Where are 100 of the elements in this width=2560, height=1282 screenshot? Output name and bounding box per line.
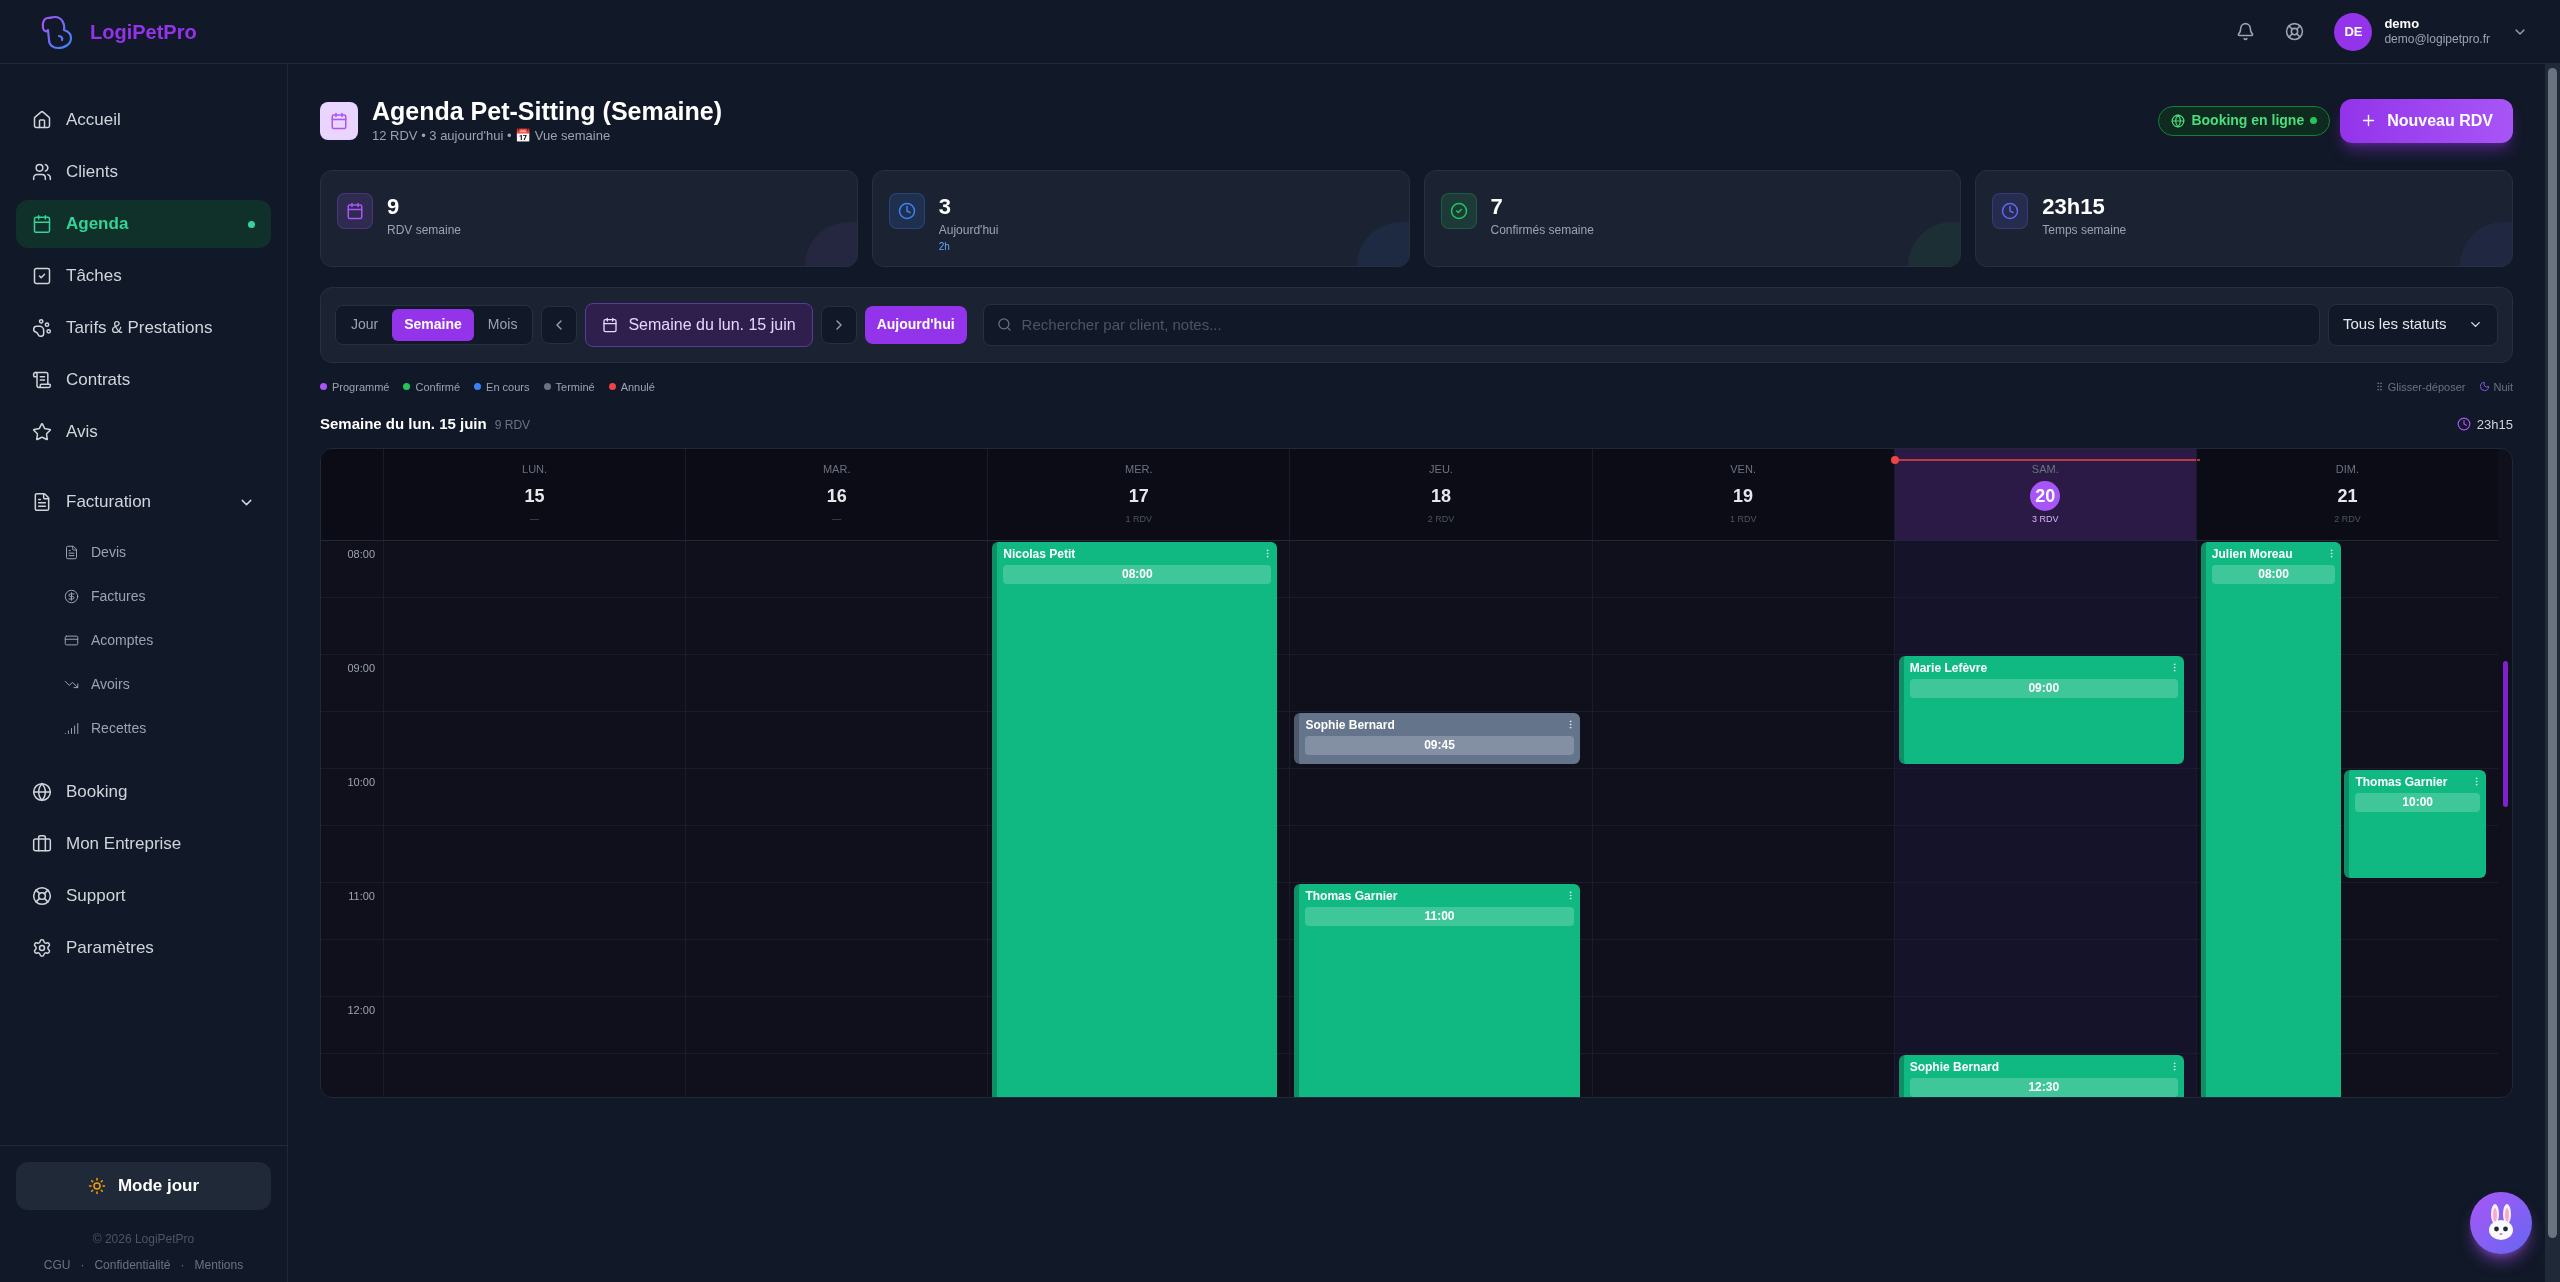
time-pill: 09:45 — [1305, 735, 1574, 755]
nav-subitem[interactable]: Factures — [16, 574, 271, 618]
footer-link[interactable]: Confidentialité — [94, 1256, 171, 1274]
day-mode-button[interactable]: Mode jour — [16, 1162, 271, 1210]
clock-icon — [2001, 201, 2020, 220]
legend-label: En cours — [486, 379, 530, 395]
nav-item[interactable]: Tarifs & Prestations — [16, 304, 271, 352]
weekday-label: VEN. — [1730, 461, 1756, 477]
bar-chart-icon — [64, 720, 79, 736]
nav-item[interactable]: Accueil — [16, 96, 271, 144]
copyright: © 2026 LogiPetPro — [92, 1231, 195, 1248]
calendar-icon — [346, 201, 364, 220]
user-avatar[interactable]: DE — [2334, 12, 2373, 51]
weekday-label: JEU. — [1429, 461, 1453, 477]
stat-subvalue: 2h — [938, 239, 951, 254]
weekday-label: MER. — [1125, 461, 1153, 477]
nav-item[interactable]: Support — [16, 872, 271, 920]
legend-label: Confirmé — [415, 379, 461, 395]
stat-label: Aujourd'hui — [938, 221, 999, 239]
home-icon — [32, 110, 52, 130]
user-email: demo@logipetpro.fr — [2384, 32, 2490, 48]
client-name: Nicolas Petit — [1003, 545, 1076, 563]
day-count: 1 RDV — [1125, 513, 1153, 526]
nav-item[interactable]: Booking — [16, 768, 271, 816]
day-header[interactable]: LUN. 15 — — [383, 448, 686, 540]
footer-link[interactable]: CGU — [43, 1256, 71, 1274]
next-week-button[interactable] — [820, 305, 857, 344]
client-name: Sophie Bernard — [1909, 1058, 2000, 1076]
clock-icon — [897, 201, 916, 220]
day-count: 1 RDV — [1729, 513, 1757, 526]
client-name: Thomas Garnier — [1305, 887, 1398, 905]
today-button[interactable]: Aujourd'hui — [864, 305, 967, 344]
scrollbar-thumb[interactable] — [2548, 68, 2557, 1238]
search-field[interactable]: Rechercher par client, notes... — [982, 303, 2320, 346]
document-icon — [32, 492, 52, 512]
time-pill: 11:00 — [1305, 906, 1574, 926]
moon-icon — [2479, 381, 2491, 393]
nav-item[interactable]: Paramètres — [16, 924, 271, 972]
check-circle-icon — [1449, 201, 1468, 220]
nav-subitem[interactable]: Acomptes — [16, 618, 271, 662]
nav-item[interactable]: Contrats — [16, 356, 271, 404]
globe-icon — [32, 782, 52, 802]
page-subtitle: 12 RDV • 3 aujourd'hui • 📅 Vue semaine — [372, 127, 612, 145]
clock-icon — [2456, 417, 2471, 432]
day-count: — — [832, 513, 842, 526]
time-pill: 08:00 — [1003, 564, 1272, 584]
weekday-label: SAM. — [2031, 461, 2059, 477]
search-icon — [996, 316, 1012, 332]
hint-text: Glisser-déposer — [2387, 379, 2466, 395]
day-number: 17 — [1128, 484, 1149, 508]
nav-subitem[interactable]: Devis — [16, 530, 271, 574]
nav-item[interactable]: Clients — [16, 148, 271, 196]
star-icon — [32, 422, 52, 442]
help-icon[interactable] — [2285, 22, 2305, 41]
weekday-label: MAR. — [822, 461, 851, 477]
stat-value: 23h15 — [2042, 192, 2106, 221]
client-name: Marie Lefèvre — [1909, 659, 1988, 677]
previous-week-button[interactable] — [541, 305, 578, 344]
client-name: Julien Moreau — [2211, 545, 2293, 563]
bell-icon[interactable] — [2236, 22, 2256, 41]
view-tab[interactable]: Jour — [339, 308, 391, 341]
dollar-icon — [64, 588, 79, 604]
nav-item[interactable]: Tâches — [16, 252, 271, 300]
day-count: 3 RDV — [2032, 513, 2059, 526]
settings-icon — [32, 938, 52, 958]
footer-link[interactable]: Mentions — [194, 1256, 244, 1274]
time-label: 12:00 — [347, 1003, 375, 1016]
week-picker-button[interactable]: Semaine du lun. 15 juin — [585, 302, 813, 347]
day-count: 2 RDV — [1427, 513, 1455, 526]
appointment-card[interactable]: Sophie Bernard 09:45 — [1294, 712, 1580, 764]
day-number: 18 — [1430, 484, 1451, 508]
view-tab[interactable]: Semaine — [392, 308, 474, 341]
nav-item[interactable]: Facturation — [16, 478, 271, 526]
user-name: demo — [2384, 15, 2421, 33]
nav-item[interactable]: Agenda — [16, 200, 271, 248]
nav-subitem[interactable]: Recettes — [16, 706, 271, 750]
nav-item[interactable]: Mon Entreprise — [16, 820, 271, 868]
legend-label: Annulé — [620, 379, 655, 395]
time-pill: 12:30 — [1909, 1077, 2178, 1097]
support-icon — [32, 886, 52, 906]
day-header[interactable]: MAR. 16 — — [685, 448, 988, 540]
day-header[interactable]: MER. 17 1 RDV — [987, 448, 1290, 540]
briefcase-icon — [32, 834, 52, 854]
time-label: 08:00 — [347, 547, 375, 560]
time-label: 10:00 — [347, 775, 375, 788]
stat-value: 9 — [387, 192, 401, 221]
time-label: 11:00 — [348, 889, 375, 902]
status-filter-select[interactable]: Tous les statuts — [2328, 303, 2498, 346]
calendar-icon — [32, 214, 52, 234]
day-number: 15 — [524, 484, 545, 508]
view-tab[interactable]: Mois — [475, 308, 530, 341]
new-appointment-button[interactable]: Nouveau RDV — [2340, 98, 2513, 143]
nav-subitem[interactable]: Avoirs — [16, 662, 271, 706]
day-header[interactable]: DIM. 21 2 RDV — [2195, 448, 2498, 540]
online-booking-badge[interactable]: Booking en ligne — [2158, 105, 2331, 136]
nav-item[interactable]: Avis — [16, 408, 271, 456]
scrollbar-thumb[interactable] — [2502, 660, 2508, 807]
stat-label: Confirmés semaine — [1490, 221, 1594, 239]
assistant-button[interactable] — [2470, 1192, 2532, 1254]
day-header[interactable]: JEU. 18 2 RDV — [1289, 448, 1592, 540]
